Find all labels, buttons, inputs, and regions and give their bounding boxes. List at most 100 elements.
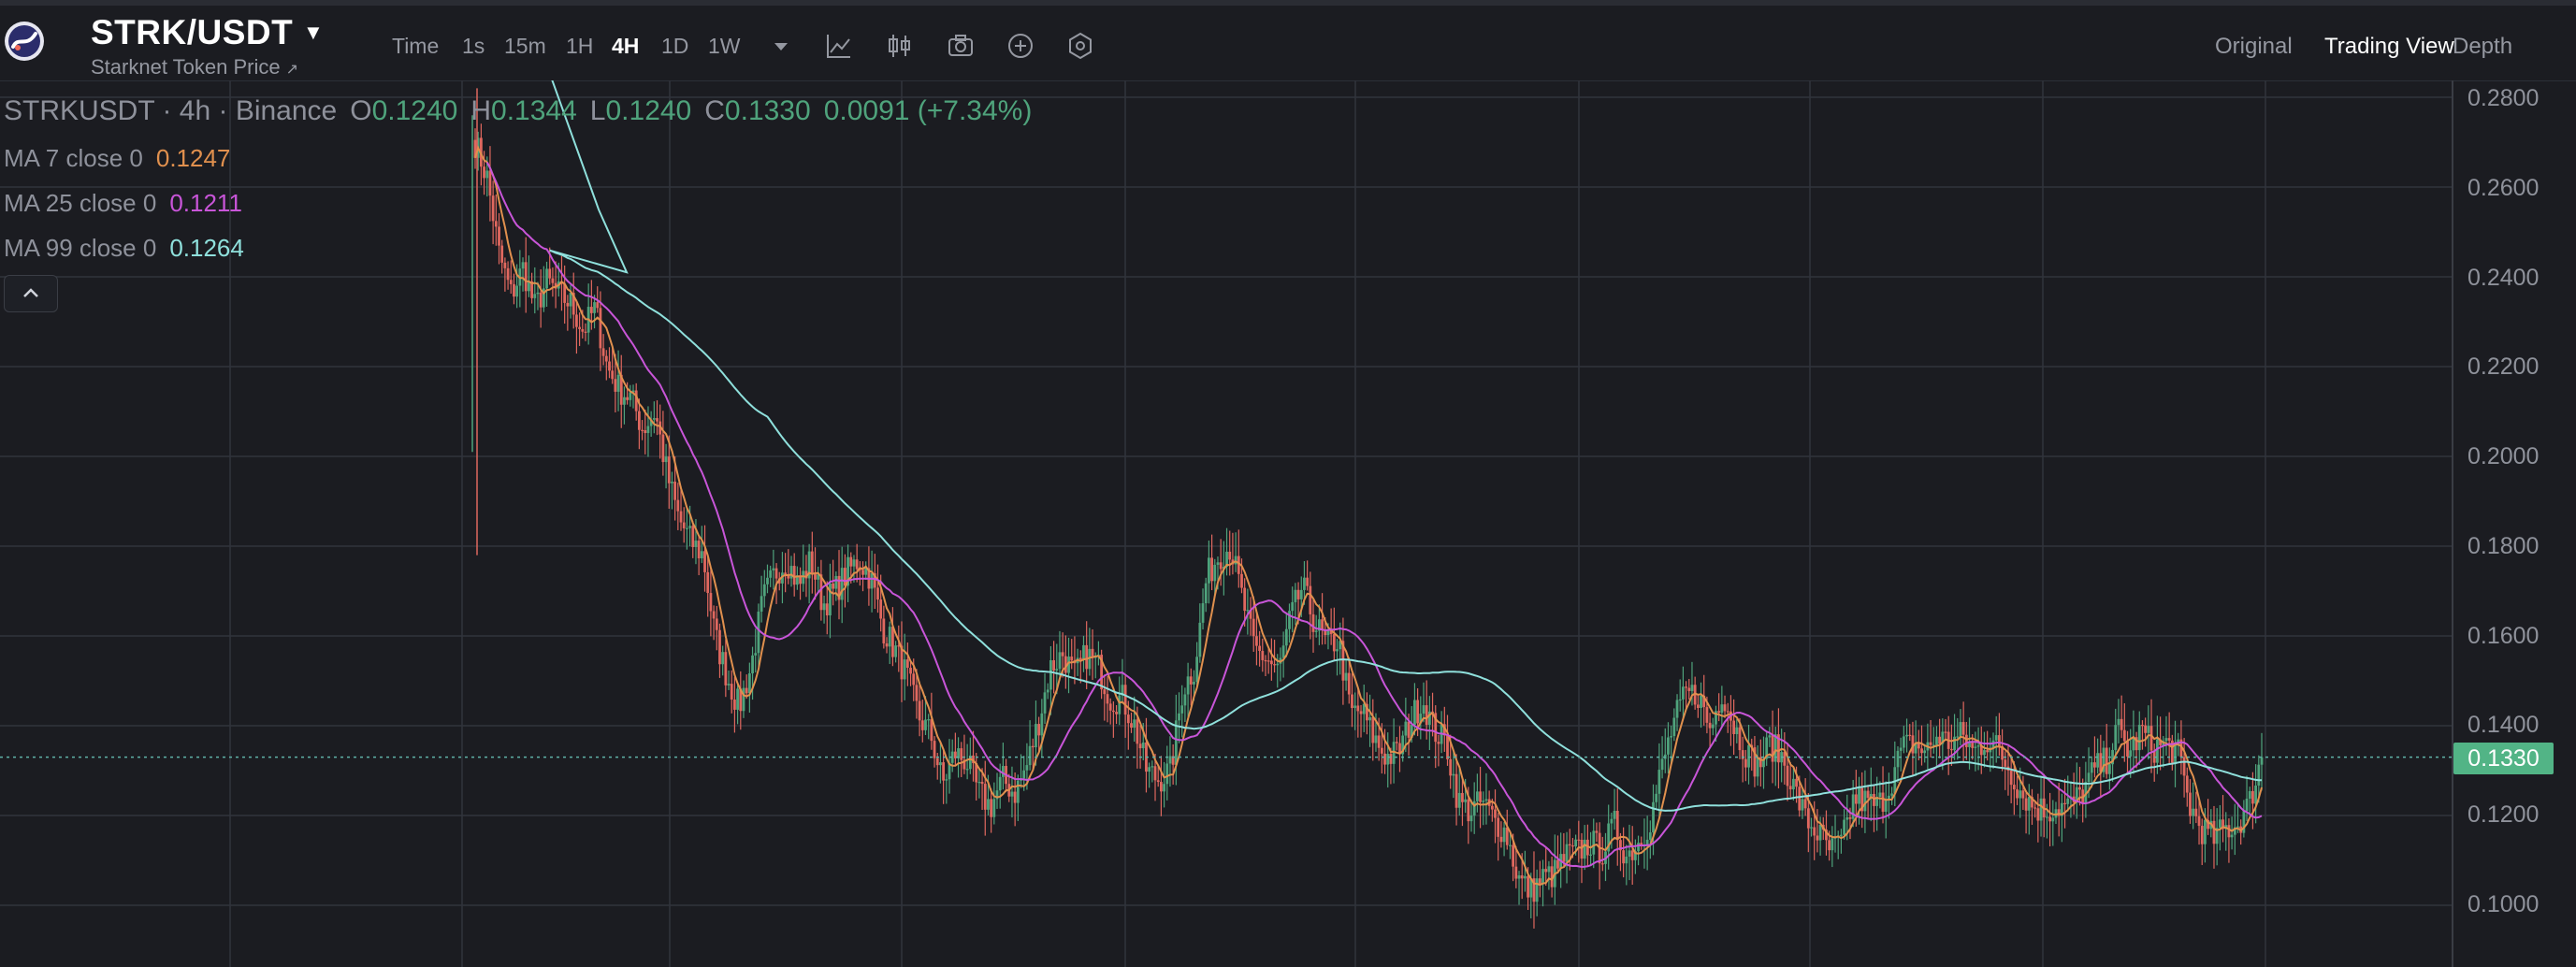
candle-body bbox=[1756, 757, 1759, 777]
candle-body bbox=[691, 526, 695, 547]
candle-body bbox=[1660, 758, 1664, 771]
candle-body bbox=[1791, 778, 1795, 790]
candle-body bbox=[1497, 817, 1500, 837]
candle-body bbox=[1016, 780, 1020, 803]
candle-body bbox=[920, 720, 924, 730]
candle-body bbox=[1637, 843, 1640, 852]
interval-time[interactable]: Time bbox=[392, 34, 439, 59]
interval-15m[interactable]: 15m bbox=[504, 34, 546, 59]
pair-dropdown-caret-icon[interactable]: ▼ bbox=[303, 21, 324, 45]
candle-body bbox=[760, 596, 763, 612]
interval-1w[interactable]: 1W bbox=[708, 34, 741, 59]
candle-body bbox=[1920, 748, 1923, 754]
candle-body bbox=[589, 307, 593, 313]
candle-body bbox=[2024, 798, 2028, 811]
symbol-interval-exchange: STRKUSDT · 4h · Binance bbox=[4, 95, 338, 126]
candle-body bbox=[2189, 792, 2192, 816]
ma99-legend[interactable]: MA 99 close 0 0.1264 bbox=[4, 234, 244, 263]
candle-body bbox=[1747, 744, 1750, 768]
candle-body bbox=[1046, 689, 1049, 693]
ma7-value: 0.1247 bbox=[155, 144, 231, 172]
candle-body bbox=[1210, 557, 1213, 582]
candle-body bbox=[712, 611, 716, 619]
candle-body bbox=[1461, 792, 1464, 802]
candle-body bbox=[1028, 745, 1032, 766]
candle-body bbox=[1198, 622, 1202, 657]
interval-4h[interactable]: 4H bbox=[612, 34, 639, 59]
candle-body bbox=[1986, 750, 1990, 753]
candle-body bbox=[1959, 722, 1962, 737]
candle-body bbox=[762, 584, 766, 597]
ma7-legend[interactable]: MA 7 close 0 0.1247 bbox=[4, 144, 230, 173]
candle-body bbox=[834, 575, 838, 589]
token-price-link[interactable]: Starknet Token Price ↗ bbox=[91, 55, 298, 79]
candle-body bbox=[1610, 818, 1614, 824]
current-price-tag: 0.1330 bbox=[2453, 743, 2554, 774]
candle-body bbox=[661, 434, 665, 463]
candle-body bbox=[2122, 729, 2126, 742]
candle-body bbox=[1446, 735, 1449, 759]
candle-body bbox=[623, 397, 626, 405]
price-chart[interactable] bbox=[0, 80, 2576, 967]
candle-body bbox=[1258, 645, 1262, 652]
candle-body bbox=[1284, 628, 1288, 646]
collapse-legend-button[interactable] bbox=[4, 275, 58, 312]
candle-body bbox=[1816, 835, 1819, 841]
screenshot-icon[interactable] bbox=[945, 30, 977, 62]
candle-body bbox=[1213, 564, 1217, 582]
candle-body bbox=[1022, 770, 1026, 779]
candle-body bbox=[604, 355, 608, 362]
candle-body bbox=[545, 268, 548, 289]
candle-body bbox=[2090, 762, 2093, 773]
candle-body bbox=[2245, 799, 2249, 812]
candle-body bbox=[1735, 727, 1739, 734]
settings-icon[interactable] bbox=[1064, 30, 1096, 62]
candle-body bbox=[1813, 827, 1816, 836]
candle-body bbox=[1416, 700, 1420, 724]
candle-body bbox=[1216, 562, 1220, 565]
candle-body bbox=[596, 302, 600, 309]
candle-body bbox=[685, 527, 688, 529]
candle-body bbox=[1040, 713, 1044, 736]
candle-body bbox=[1512, 844, 1515, 867]
candle-body bbox=[1732, 720, 1736, 734]
candle-body bbox=[1810, 827, 1813, 829]
candle-body bbox=[608, 361, 611, 371]
candle-body bbox=[1577, 839, 1581, 841]
candle-body bbox=[1025, 765, 1029, 771]
candle-body bbox=[2004, 759, 2007, 767]
chart-style-icon[interactable] bbox=[884, 30, 916, 62]
interval-1s[interactable]: 1s bbox=[462, 34, 485, 59]
candle-body bbox=[1386, 754, 1390, 765]
add-icon[interactable] bbox=[1005, 30, 1036, 62]
tab-depth[interactable]: Depth bbox=[2453, 34, 2512, 60]
candle-body bbox=[1055, 669, 1059, 671]
ma25-line bbox=[485, 162, 2263, 869]
candle-body bbox=[1682, 686, 1685, 700]
candle-body bbox=[1266, 660, 1270, 662]
interval-1h[interactable]: 1H bbox=[566, 34, 593, 59]
candle-body bbox=[2027, 797, 2031, 811]
candle-body bbox=[905, 659, 909, 669]
candle-body bbox=[1070, 657, 1074, 661]
pair-selector[interactable]: STRK/USDT bbox=[91, 13, 293, 52]
tab-original[interactable]: Original bbox=[2215, 34, 2293, 60]
interval-1d[interactable]: 1D bbox=[661, 34, 688, 59]
candle-body bbox=[1771, 735, 1774, 762]
candle-body bbox=[1201, 603, 1205, 623]
ma25-legend[interactable]: MA 25 close 0 0.1211 bbox=[4, 189, 242, 218]
tab-trading-view[interactable]: Trading View bbox=[2324, 34, 2454, 60]
indicators-icon[interactable] bbox=[823, 30, 855, 62]
candle-body bbox=[679, 511, 683, 523]
candle-body bbox=[1078, 657, 1082, 660]
candle-body bbox=[1001, 766, 1005, 777]
candle-body bbox=[2009, 770, 2013, 786]
candle-body bbox=[987, 799, 990, 810]
candle-body bbox=[1670, 736, 1673, 738]
candle-body bbox=[578, 326, 582, 329]
candle-body bbox=[1628, 850, 1631, 857]
ma25-label: MA 25 close 0 bbox=[4, 189, 157, 217]
more-intervals-caret-icon[interactable] bbox=[765, 30, 797, 62]
candle-body bbox=[2155, 739, 2159, 763]
candle-body bbox=[1437, 742, 1440, 744]
